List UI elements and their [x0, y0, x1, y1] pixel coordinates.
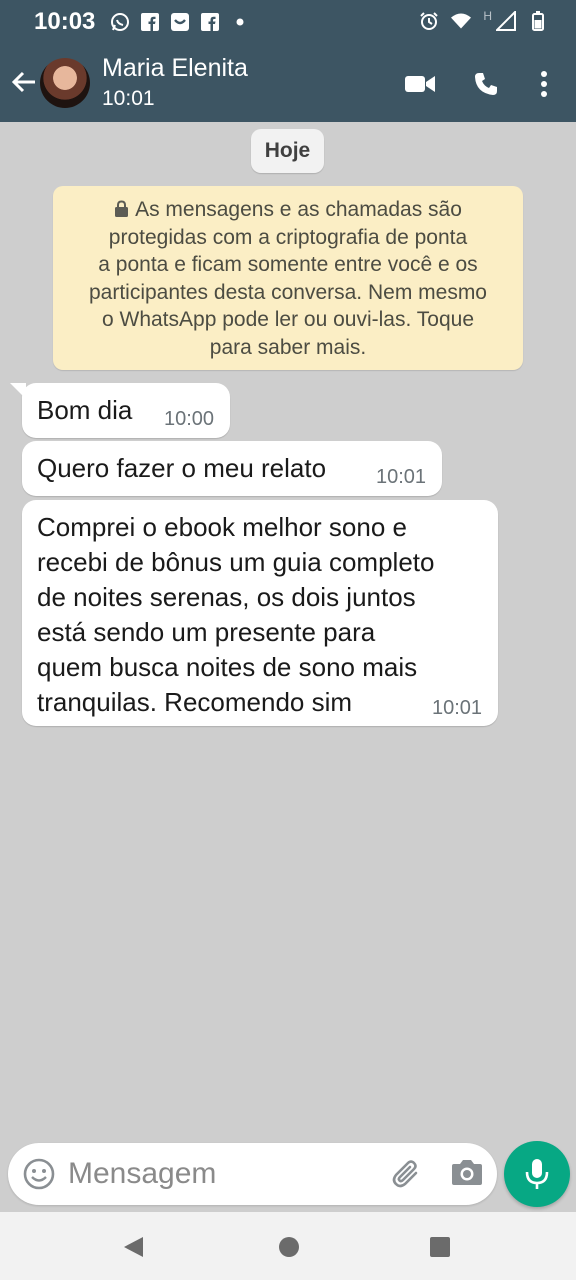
camera-icon	[452, 1160, 482, 1185]
back-triangle-icon	[124, 1237, 143, 1257]
status-time: 10:03	[34, 8, 96, 35]
top-bar: 10:03 H Maria Elenita 10:01	[0, 0, 576, 122]
phone-call-button[interactable]	[468, 66, 504, 102]
video-call-button[interactable]	[402, 66, 438, 102]
facebook-icon	[200, 12, 220, 32]
contact-name[interactable]: Maria Elenita	[102, 54, 248, 83]
alarm-icon	[419, 11, 439, 31]
h-network-icon: H	[483, 9, 492, 23]
inbox-icon	[170, 12, 190, 32]
voice-message-button[interactable]	[504, 1141, 570, 1207]
signal-icon	[496, 11, 516, 31]
message-time: 10:01	[376, 466, 427, 488]
lock-icon	[115, 200, 129, 217]
encryption-line: As mensagens e as chamadas são	[67, 196, 509, 224]
recents-square-icon	[430, 1237, 450, 1257]
message-input[interactable]	[68, 1151, 378, 1197]
message-text: Quero fazer o meu relato	[37, 453, 327, 483]
nav-home-button[interactable]	[276, 1234, 302, 1260]
message-line: Comprei o ebook melhor sono e	[37, 512, 407, 542]
system-status-icons: H	[419, 9, 548, 33]
chat-area[interactable]: Hoje As mensagens e as chamadas são prot…	[0, 122, 576, 1142]
contact-status: 10:01	[102, 87, 155, 110]
attach-icon	[392, 1160, 418, 1188]
composer	[8, 1143, 497, 1205]
message-time: 10:01	[432, 697, 483, 719]
bubble-tail	[10, 383, 26, 399]
message-text: Bom dia	[37, 395, 133, 425]
nav-back-button[interactable]	[120, 1234, 146, 1260]
encryption-line: protegidas com a criptografia de ponta	[108, 225, 468, 249]
message-line: de noites serenas, os dois juntos	[37, 582, 416, 612]
message-line: quem busca noites de sono mais	[37, 652, 418, 682]
dot-icon	[230, 12, 250, 32]
navigation-bar	[0, 1212, 576, 1280]
emoji-icon	[23, 1158, 55, 1190]
facebook-icon	[140, 12, 160, 32]
message-time: 10:00	[164, 408, 215, 430]
back-arrow-icon	[11, 71, 35, 93]
emoji-button[interactable]	[22, 1157, 56, 1191]
encryption-notice[interactable]: As mensagens e as chamadas são protegida…	[53, 186, 523, 370]
encryption-line: o WhatsApp pode ler ou ouvi-las. Toque	[101, 308, 474, 331]
encryption-line: para saber mais.	[209, 335, 367, 359]
message-line: tranquilas. Recomendo sim	[37, 687, 353, 717]
back-button[interactable]	[8, 66, 40, 98]
camera-button[interactable]	[450, 1157, 486, 1191]
phone-call-icon	[475, 73, 497, 95]
attach-button[interactable]	[390, 1157, 424, 1191]
more-options-button[interactable]	[526, 66, 562, 102]
message-bubble[interactable]: Bom dia 10:00	[10, 383, 230, 438]
message-text: Comprei o ebook melhor sono e recebi de …	[37, 510, 434, 720]
encryption-line: a ponta e ficam somente entre você e os	[98, 253, 478, 276]
whatsapp-icon	[110, 12, 130, 32]
chat-header: Maria Elenita 10:01	[0, 44, 576, 122]
home-circle-icon	[279, 1237, 299, 1257]
wifi-icon	[451, 11, 472, 31]
message-bubble[interactable]: Quero fazer o meu relato 10:01	[22, 441, 442, 496]
date-chip: Hoje	[251, 129, 324, 173]
avatar[interactable]	[40, 58, 90, 108]
status-bar: 10:03 H	[0, 0, 576, 44]
nav-recents-button[interactable]	[427, 1234, 453, 1260]
mic-icon	[525, 1159, 549, 1189]
battery-icon	[528, 11, 548, 31]
notification-icons	[110, 10, 250, 34]
message-line: está sendo um presente para	[37, 617, 376, 647]
video-call-icon	[405, 76, 435, 92]
message-bubble[interactable]: Comprei o ebook melhor sono e recebi de …	[22, 500, 498, 726]
encryption-line: participantes desta conversa. Nem mesmo	[88, 280, 487, 304]
message-line: recebi de bônus um guia completo	[37, 547, 435, 577]
more-options-icon	[541, 71, 547, 97]
